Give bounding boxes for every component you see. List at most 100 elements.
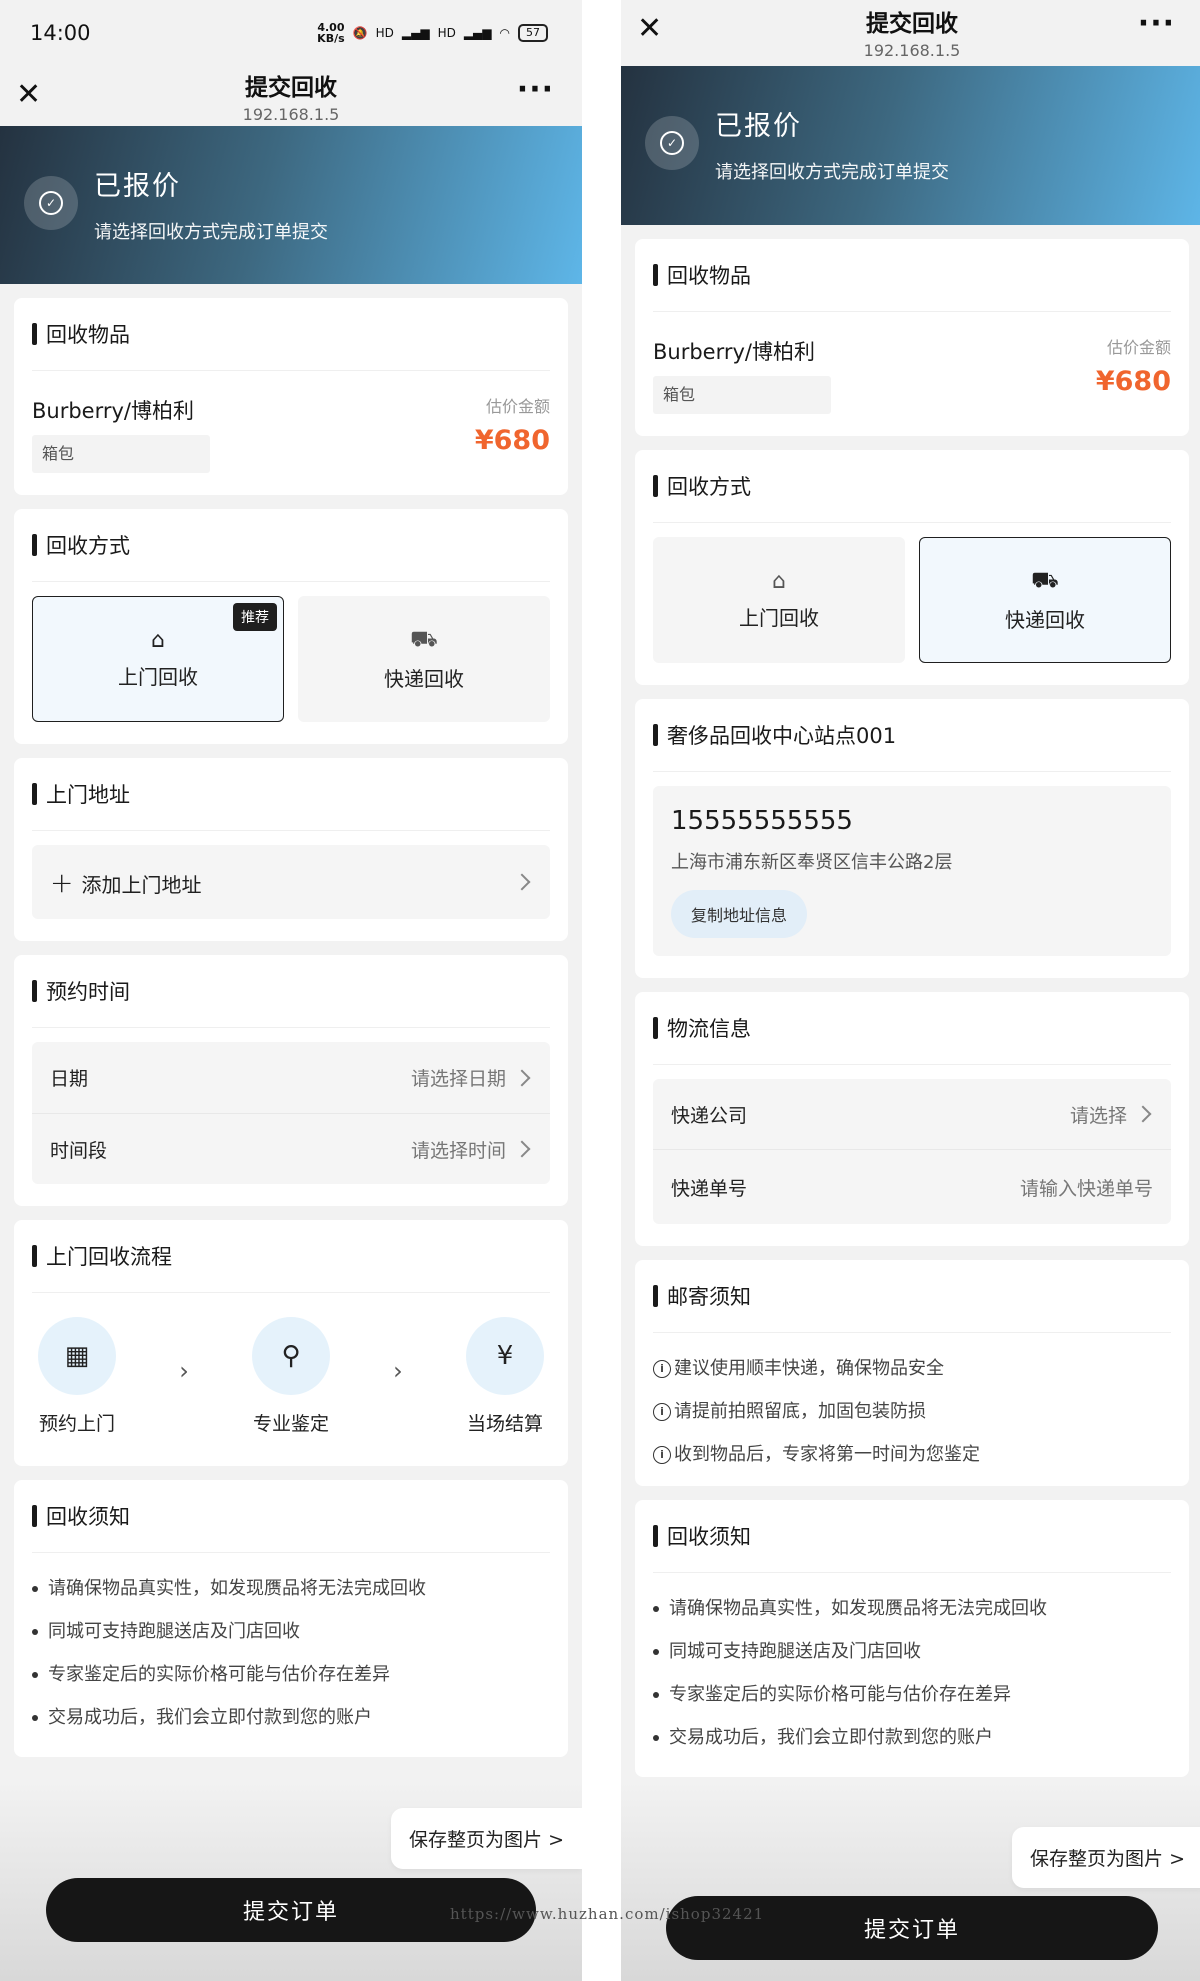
header-bar — [32, 980, 37, 1002]
list-item: 专家鉴定后的实际价格可能与估价存在差异 — [32, 1653, 550, 1696]
item-card: 回收物品 Burberry/博柏利 箱包 估价金额 ¥680 — [14, 298, 568, 495]
price-value: ¥680 — [474, 425, 550, 456]
list-item: i 收到物品后，专家将第一时间为您鉴定 — [653, 1433, 1171, 1476]
list-item: 同城可支持跑腿送店及门店回收 — [653, 1630, 1171, 1673]
arrow-right-icon: › — [393, 1357, 403, 1385]
header-bar — [32, 1505, 37, 1527]
list-item: i 建议使用顺丰快递，确保物品安全 — [653, 1347, 1171, 1390]
chevron-right-icon — [513, 1140, 531, 1158]
signal-bars-icon: ▂▄▆ — [401, 26, 430, 40]
method-door-label: 上门回收 — [739, 606, 819, 630]
copy-address-button[interactable]: 复制地址信息 — [671, 890, 808, 938]
card-header: 物流信息 — [653, 992, 1171, 1065]
method-express-label: 快递回收 — [384, 666, 464, 691]
method-express-option[interactable]: ⛟ 快递回收 — [298, 596, 550, 722]
card-header: 上门地址 — [32, 758, 550, 831]
save-page-image-button[interactable]: 保存整页为图片 > — [391, 1808, 582, 1869]
banner-desc: 请选择回收方式完成订单提交 — [94, 222, 328, 243]
header-bar — [653, 475, 658, 497]
station-card: 奢侈品回收中心站点001 15555555555 上海市浦东新区奉贤区信丰公路2… — [635, 699, 1189, 978]
method-door-option[interactable]: 推荐 ⌂ 上门回收 — [32, 596, 284, 722]
status-bar: 14:00 4.00 KB/s 🔕 HD ▂▄▆ HD ▂▄▆ ◠ 57 — [0, 0, 582, 66]
quote-banner: ✓ 已报价 请选择回收方式完成订单提交 — [0, 126, 582, 284]
mail-notice-card: 邮寄须知 i 建议使用顺丰快递，确保物品安全 i 请提前拍照留底，加固包装防损 i收… — [635, 1260, 1189, 1486]
more-icon[interactable]: ··· — [517, 72, 554, 107]
notice-card: 回收须知 请确保物品真实性，如发现赝品将无法完成回收 同城可支持跑腿送店及门店回… — [635, 1500, 1189, 1777]
method-door-label: 上门回收 — [118, 665, 198, 689]
process-step: ⚲ 专业鉴定 — [246, 1317, 336, 1436]
courier-company-row[interactable]: 快递公司 请选择 — [653, 1079, 1171, 1149]
method-door-option[interactable]: ⌂ 上门回收 — [653, 537, 905, 663]
check-circle-icon: ✓ — [24, 176, 78, 230]
header-bar — [653, 1285, 658, 1307]
check-circle-icon: ✓ — [645, 116, 699, 170]
card-header: 回收方式 — [32, 509, 550, 582]
quote-banner: ✓ 已报价 请选择回收方式完成订单提交 — [621, 66, 1200, 225]
card-header: 回收须知 — [32, 1480, 550, 1553]
truck-icon: ⛟ — [1031, 567, 1059, 593]
card-header: 回收须知 — [653, 1500, 1171, 1573]
banner-title: 已报价 — [94, 171, 181, 202]
status-icons: 4.00 KB/s 🔕 HD ▂▄▆ HD ▂▄▆ ◠ 57 — [317, 22, 548, 44]
schedule-card: 预约时间 日期 请选择日期 时间段 请选择时间 — [14, 955, 568, 1206]
list-item: i 请提前拍照留底，加固包装防损 — [653, 1390, 1171, 1433]
method-express-option[interactable]: ⛟ 快递回收 — [919, 537, 1171, 663]
signal-icon: HD — [375, 26, 394, 40]
tracking-number-input[interactable]: 请输入快递单号 — [1020, 1174, 1153, 1201]
process-card: 上门回收流程 ▦ 预约上门 › ⚲ 专业鉴定 › ¥ 当场结算 — [14, 1220, 568, 1466]
network-speed: 4.00 KB/s — [317, 21, 345, 45]
close-icon[interactable]: ✕ — [16, 80, 41, 110]
chevron-right-icon — [1134, 1105, 1152, 1123]
price-value: ¥680 — [1095, 366, 1171, 397]
time-picker-row[interactable]: 时间段 请选择时间 — [32, 1113, 550, 1184]
banner-title: 已报价 — [715, 111, 802, 142]
notice-card: 回收须知 请确保物品真实性，如发现赝品将无法完成回收 同城可支持跑腿送店及门店回… — [14, 1480, 568, 1757]
content: 回收物品 Burberry/博柏利 箱包 估价金额 ¥680 — [621, 225, 1200, 1777]
banner-desc: 请选择回收方式完成订单提交 — [715, 162, 949, 183]
logistics-card: 物流信息 快递公司 请选择 快递单号 请输入快递单号 — [635, 992, 1189, 1246]
home-icon: ⌂ — [151, 628, 165, 653]
chevron-right-icon — [513, 1069, 531, 1086]
plus-icon: + — [50, 865, 74, 899]
signal-icon-2: HD — [437, 26, 456, 40]
address-card: 上门地址 + 添加上门地址 — [14, 758, 568, 941]
page-subtitle: 192.168.1.5 — [863, 41, 961, 60]
item-category-tag: 箱包 — [32, 435, 210, 473]
close-icon[interactable]: ✕ — [637, 14, 662, 44]
price-label: 估价金额 — [485, 397, 550, 416]
mute-bell-icon: 🔕 — [352, 26, 368, 40]
more-icon[interactable]: ··· — [1138, 6, 1175, 41]
list-item: 专家鉴定后的实际价格可能与估价存在差异 — [653, 1673, 1171, 1716]
home-icon: ⌂ — [772, 569, 786, 594]
time-label: 时间段 — [50, 1139, 108, 1162]
page-title: 提交回收 — [866, 11, 958, 37]
wifi-icon: ◠ — [499, 26, 510, 40]
card-header: 上门回收流程 — [32, 1220, 550, 1293]
header-bar — [32, 323, 37, 345]
card-header: 奢侈品回收中心站点001 — [653, 699, 1171, 772]
card-header: 回收物品 — [32, 298, 550, 371]
header-bar — [653, 1525, 658, 1547]
header-bar — [653, 1017, 658, 1039]
header-bar — [653, 264, 658, 286]
item-card: 回收物品 Burberry/博柏利 箱包 估价金额 ¥680 — [635, 239, 1189, 436]
add-address-label: 添加上门地址 — [81, 872, 202, 897]
card-header: 回收方式 — [653, 450, 1171, 523]
add-address-button[interactable]: + 添加上门地址 — [32, 845, 550, 919]
tracking-label: 快递单号 — [671, 1177, 748, 1200]
search-icon: ⚲ — [251, 1317, 330, 1395]
card-header: 预约时间 — [32, 955, 550, 1028]
process-step: ¥ 当场结算 — [460, 1317, 550, 1436]
phone-right-express-recycle: ✕ 提交回收 192.168.1.5 ··· ✓ 已报价 请选择回收方式完成订单… — [621, 0, 1200, 1981]
truck-icon: ⛟ — [410, 626, 438, 652]
method-card: 回收方式 推荐 ⌂ 上门回收 ⛟ 快递回收 — [14, 509, 568, 744]
item-category-tag: 箱包 — [653, 376, 831, 414]
courier-label: 快递公司 — [671, 1104, 748, 1127]
nav-bar: ✕ 提交回收 192.168.1.5 ··· — [0, 66, 582, 126]
save-page-image-button[interactable]: 保存整页为图片 > — [1012, 1827, 1200, 1888]
method-express-label: 快递回收 — [1005, 607, 1085, 632]
tracking-number-row[interactable]: 快递单号 请输入快递单号 — [653, 1149, 1171, 1224]
date-picker-row[interactable]: 日期 请选择日期 — [32, 1042, 550, 1113]
screenshot-canvas: 14:00 4.00 KB/s 🔕 HD ▂▄▆ HD ▂▄▆ ◠ 57 ✕ 提交回… — [0, 0, 1200, 1981]
item-name: Burberry/博柏利 — [653, 340, 816, 364]
